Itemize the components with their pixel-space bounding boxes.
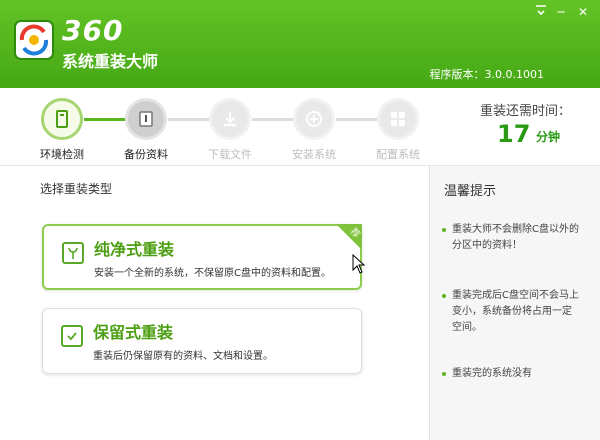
windows-icon (391, 112, 405, 126)
keep-data-icon (61, 325, 83, 347)
tip-text: 重装完成后C盘空间不会马上变小，系统备份将占用一定空间。 (452, 290, 579, 333)
bullet-icon (442, 294, 446, 298)
card-title: 纯净式重装 (94, 240, 175, 259)
card-description: 安装一个全新的系统，不保留原C盘中的资料和配置。 (94, 268, 331, 279)
step-label: 配置系统 (376, 148, 420, 161)
step-download: 下载文件 (190, 98, 270, 162)
tip-text: 重装大师不会删除C盘以外的分区中的资料！ (452, 224, 579, 251)
install-icon (306, 111, 322, 127)
tip-item: 重装完成后C盘空间不会马上变小，系统备份将占用一定空间。 (442, 288, 580, 336)
bullet-icon (442, 372, 446, 376)
step-label: 安装系统 (292, 148, 336, 161)
keep-data-reinstall-card[interactable]: 保留式重装 重装后仍保留原有的资料、文档和设置。 (42, 308, 362, 374)
step-circle (125, 98, 167, 140)
remaining-time-title: 重装还需时间： (480, 104, 572, 119)
step-env-check: 环境检测 (22, 98, 102, 162)
app-logo-icon (14, 20, 54, 60)
card-title: 保留式重装 (93, 323, 174, 342)
monitor-icon (56, 110, 68, 128)
step-label: 环境检测 (40, 148, 84, 161)
tips-sidebar: 温馨提示 重装大师不会删除C盘以外的分区中的资料！ 重装完成后C盘空间不会马上变… (430, 166, 600, 440)
step-install: 安装系统 (274, 98, 354, 162)
step-configure: 配置系统 (358, 98, 438, 162)
recommended-badge: 荐 (336, 224, 362, 250)
brand-number: 360 (62, 14, 124, 47)
brand-name: 系统重装大师 (62, 52, 159, 71)
download-icon (224, 112, 236, 127)
tip-item: 重装完的系统没有 (442, 366, 580, 382)
version-label: 程序版本：3.0.0.1001 (429, 68, 544, 81)
step-label: 备份资料 (124, 148, 168, 161)
step-backup: 备份资料 (106, 98, 186, 162)
card-description: 重装后仍保留原有的资料、文档和设置。 (93, 351, 273, 362)
step-label: 下载文件 (208, 148, 252, 161)
clean-install-icon (62, 242, 84, 264)
section-title: 选择重装类型 (40, 182, 113, 196)
mouse-cursor-icon (352, 254, 366, 274)
minimize-button[interactable]: ─ (552, 4, 570, 20)
tip-text: 重装完的系统没有 (452, 368, 532, 379)
backup-icon (139, 111, 153, 127)
step-circle (377, 98, 419, 140)
close-button[interactable]: ✕ (574, 4, 592, 20)
clean-reinstall-card[interactable]: 纯净式重装 安装一个全新的系统，不保留原C盘中的资料和配置。 荐 (42, 224, 362, 290)
remaining-time-value: 17 (497, 120, 531, 148)
step-circle (41, 98, 83, 140)
remaining-time-unit: 分钟 (536, 130, 561, 144)
tips-title: 温馨提示 (444, 184, 497, 199)
tip-item: 重装大师不会删除C盘以外的分区中的资料！ (442, 222, 580, 254)
step-circle (209, 98, 251, 140)
menu-icon[interactable] (532, 4, 550, 20)
step-circle (293, 98, 335, 140)
app-header: 360 系统重装大师 程序版本：3.0.0.1001 ─ ✕ (0, 0, 600, 88)
bullet-icon (442, 228, 446, 232)
main-panel: 选择重装类型 纯净式重装 安装一个全新的系统，不保留原C盘中的资料和配置。 荐 … (0, 166, 430, 440)
